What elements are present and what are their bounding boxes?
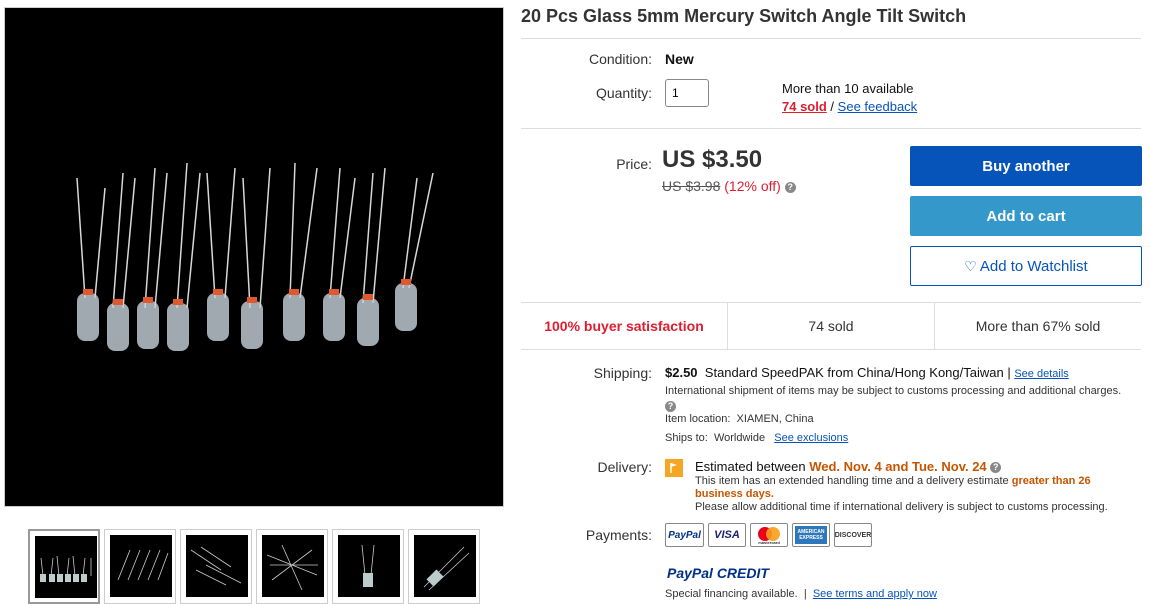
item-title: 20 Pcs Glass 5mm Mercury Switch Angle Ti…	[521, 6, 967, 26]
stats-bar: 100% buyer satisfaction 74 sold More tha…	[521, 302, 1141, 350]
delivery-note: This item has an extended handling time …	[695, 475, 1009, 487]
quantity-label: Quantity:	[595, 85, 652, 101]
see-feedback-link[interactable]: See feedback	[838, 99, 918, 114]
condition-label: Condition:	[588, 51, 652, 67]
discover-icon: DISCOVER	[834, 523, 872, 547]
shipping-cost: $2.50	[665, 365, 698, 380]
product-image[interactable]	[4, 7, 504, 507]
item-location: XIAMEN, China	[736, 413, 814, 425]
help-icon[interactable]: ?	[990, 462, 1002, 474]
thumbnail-2[interactable]	[104, 529, 176, 604]
watchlist-label: Add to Watchlist	[979, 257, 1088, 275]
availability-text: More than 10 available	[782, 81, 914, 96]
amex-text: AMERICAN EXPRESS	[795, 526, 827, 544]
add-to-watchlist-button[interactable]: ♡ Add to Watchlist	[910, 246, 1142, 286]
flag-icon	[665, 459, 683, 477]
help-icon[interactable]: ?	[784, 181, 796, 193]
item-location-label: Item location:	[665, 413, 731, 425]
thumbnail-3[interactable]	[180, 529, 252, 604]
estimated-label: Estimated between	[695, 459, 806, 474]
shipping-method: Standard SpeedPAK from China/Hong Kong/T…	[704, 365, 1011, 380]
delivery-dates: Wed. Nov. 4 and Tue. Nov. 24	[809, 459, 987, 474]
see-terms-link[interactable]: See terms and apply now	[813, 588, 937, 600]
shipping-label: Shipping:	[593, 365, 652, 381]
heart-icon: ♡	[964, 257, 977, 274]
thumbnail-5[interactable]	[332, 529, 404, 604]
price-label: Price:	[616, 156, 652, 172]
product-photo	[76, 162, 434, 351]
add-to-cart-button[interactable]: Add to cart	[910, 196, 1142, 236]
price-value: US $3.50	[662, 146, 763, 173]
see-details-link[interactable]: See details	[1014, 368, 1068, 380]
paypal-credit-logo: PayPal CREDIT	[667, 565, 769, 581]
delivery-note-customs: Please allow additional time if internat…	[695, 501, 1108, 513]
condition-value: New	[665, 51, 694, 67]
payments-label: Payments:	[585, 527, 652, 543]
divider	[521, 38, 1141, 39]
quantity-input[interactable]	[665, 79, 709, 107]
mastercard-text: mastercard	[758, 540, 780, 545]
visa-icon: VISA	[708, 523, 746, 547]
ships-to-label: Ships to:	[665, 432, 708, 444]
delivery-label: Delivery:	[597, 459, 652, 475]
thumbnail-6[interactable]	[408, 529, 480, 604]
paypal-icon: PayPal	[665, 523, 704, 547]
sold-separator: /	[830, 99, 835, 114]
discount-percent: (12% off)	[724, 178, 781, 194]
sold-count-link[interactable]: 74 sold	[782, 99, 827, 114]
help-icon[interactable]: ?	[665, 400, 676, 412]
ships-to-value: Worldwide	[713, 432, 766, 444]
thumbnail-1[interactable]	[28, 529, 100, 604]
buyer-satisfaction: 100% buyer satisfaction	[544, 318, 704, 334]
buy-another-button[interactable]: Buy another	[910, 146, 1142, 186]
sold-stat: 74 sold	[727, 303, 934, 349]
financing-text: Special financing available.	[665, 588, 798, 600]
see-exclusions-link[interactable]: See exclusions	[774, 432, 848, 444]
divider	[521, 128, 1141, 129]
sold-percent-stat: More than 67% sold	[934, 303, 1141, 349]
thumbnail-4[interactable]	[256, 529, 328, 604]
amex-icon: AMERICAN EXPRESS	[792, 523, 830, 547]
original-price: US $3.98	[662, 178, 721, 194]
shipping-note: International shipment of items may be s…	[665, 385, 1122, 397]
financing-separator: |	[803, 588, 807, 600]
mastercard-icon: mastercard	[750, 523, 788, 547]
